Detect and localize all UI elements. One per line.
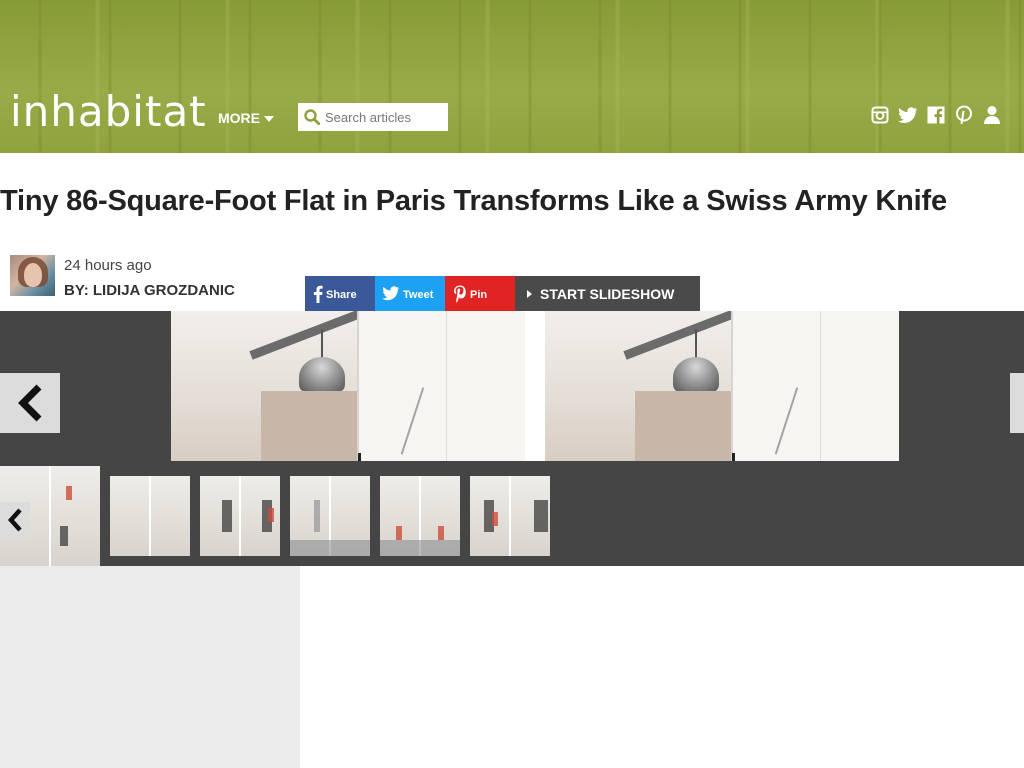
play-icon — [527, 289, 532, 298]
pinterest-icon — [454, 285, 466, 303]
thumbnail-6[interactable] — [470, 476, 550, 556]
thumb-half — [51, 466, 100, 566]
thumbnail-strip — [0, 461, 1024, 566]
thumbnail-4[interactable] — [290, 476, 370, 556]
search-icon — [304, 109, 320, 125]
search-box[interactable] — [298, 103, 448, 131]
chevron-left-icon — [18, 384, 42, 422]
article-title: Tiny 86-Square-Foot Flat in Paris Transf… — [0, 185, 947, 217]
thumb-detail — [492, 512, 498, 526]
more-menu-label: MORE — [218, 110, 260, 126]
chevron-down-icon — [264, 116, 274, 122]
social-links — [870, 104, 1002, 126]
thumb-split — [49, 466, 51, 566]
sidebar-placeholder — [0, 566, 300, 768]
thumb-detail — [60, 526, 68, 546]
photo-cabinet-seam — [820, 311, 821, 461]
thumb-detail — [438, 525, 444, 540]
photo-cabinet-seam — [446, 311, 447, 461]
thumb-detail — [222, 500, 232, 532]
thumb-half — [200, 476, 239, 556]
thumb-split — [149, 476, 151, 556]
slide-prev-button[interactable] — [0, 373, 60, 433]
twitter-icon[interactable] — [898, 104, 918, 126]
photo-cabinet-door — [731, 311, 899, 461]
thumb-detail — [268, 508, 274, 522]
instagram-icon[interactable] — [870, 104, 890, 126]
photo-cabinet-door — [357, 311, 525, 461]
thumbnail-prev-button[interactable] — [0, 502, 30, 538]
photo-handle — [358, 453, 361, 461]
thumbnail-2[interactable] — [110, 476, 190, 556]
facebook-icon[interactable] — [926, 104, 946, 126]
thumb-detail — [314, 500, 320, 532]
search-input[interactable] — [325, 109, 443, 125]
twitter-icon — [382, 286, 399, 301]
photo-lamp-cord — [321, 329, 323, 359]
thumbnail-5[interactable] — [380, 476, 460, 556]
tweet-label: Tweet — [403, 289, 434, 301]
user-icon[interactable] — [982, 104, 1002, 126]
facebook-share-label: Share — [326, 289, 357, 301]
thumb-floor — [380, 540, 460, 556]
photo-alcove — [635, 391, 745, 461]
slide-image-after[interactable] — [545, 311, 899, 461]
author-avatar[interactable] — [10, 255, 55, 296]
thumb-split — [239, 476, 241, 556]
more-menu-button[interactable]: MORE — [218, 110, 274, 126]
thumb-split — [509, 476, 511, 556]
tweet-button[interactable]: Tweet — [375, 276, 445, 311]
photo-handle — [732, 453, 735, 461]
share-bar: Share Tweet Pin START SLIDESHOW — [305, 276, 700, 311]
pin-label: Pin — [470, 289, 488, 301]
site-logo[interactable]: inhabitat — [10, 88, 207, 136]
thumbnail-3[interactable] — [200, 476, 280, 556]
facebook-share-button[interactable]: Share — [305, 276, 375, 311]
pinterest-icon[interactable] — [954, 104, 974, 126]
thumb-half — [241, 476, 280, 556]
thumb-floor — [290, 540, 370, 556]
site-header: inhabitat MORE — [0, 0, 1024, 153]
thumb-half — [110, 476, 149, 556]
author-byline[interactable]: BY: LIDIJA GROZDANIC — [64, 282, 235, 299]
chevron-left-icon — [7, 508, 22, 532]
thumb-detail — [66, 486, 72, 500]
photo-lamp-cord — [695, 329, 697, 359]
avatar-face — [24, 263, 42, 287]
thumb-detail — [396, 525, 402, 540]
slide-next-button[interactable] — [1010, 373, 1024, 433]
thumb-half — [151, 476, 190, 556]
photo-alcove — [261, 391, 371, 461]
slideshow-stage — [0, 311, 1024, 461]
post-time: 24 hours ago — [64, 257, 152, 274]
pin-button[interactable]: Pin — [445, 276, 515, 311]
thumb-detail — [534, 500, 548, 532]
photo-pendant-lamp — [673, 357, 719, 391]
slide-divider — [525, 311, 545, 461]
slide-image-before[interactable] — [171, 311, 525, 461]
start-slideshow-button[interactable]: START SLIDESHOW — [515, 276, 700, 311]
photo-pendant-lamp — [299, 357, 345, 391]
start-slideshow-label: START SLIDESHOW — [540, 285, 675, 302]
facebook-icon — [313, 285, 323, 303]
